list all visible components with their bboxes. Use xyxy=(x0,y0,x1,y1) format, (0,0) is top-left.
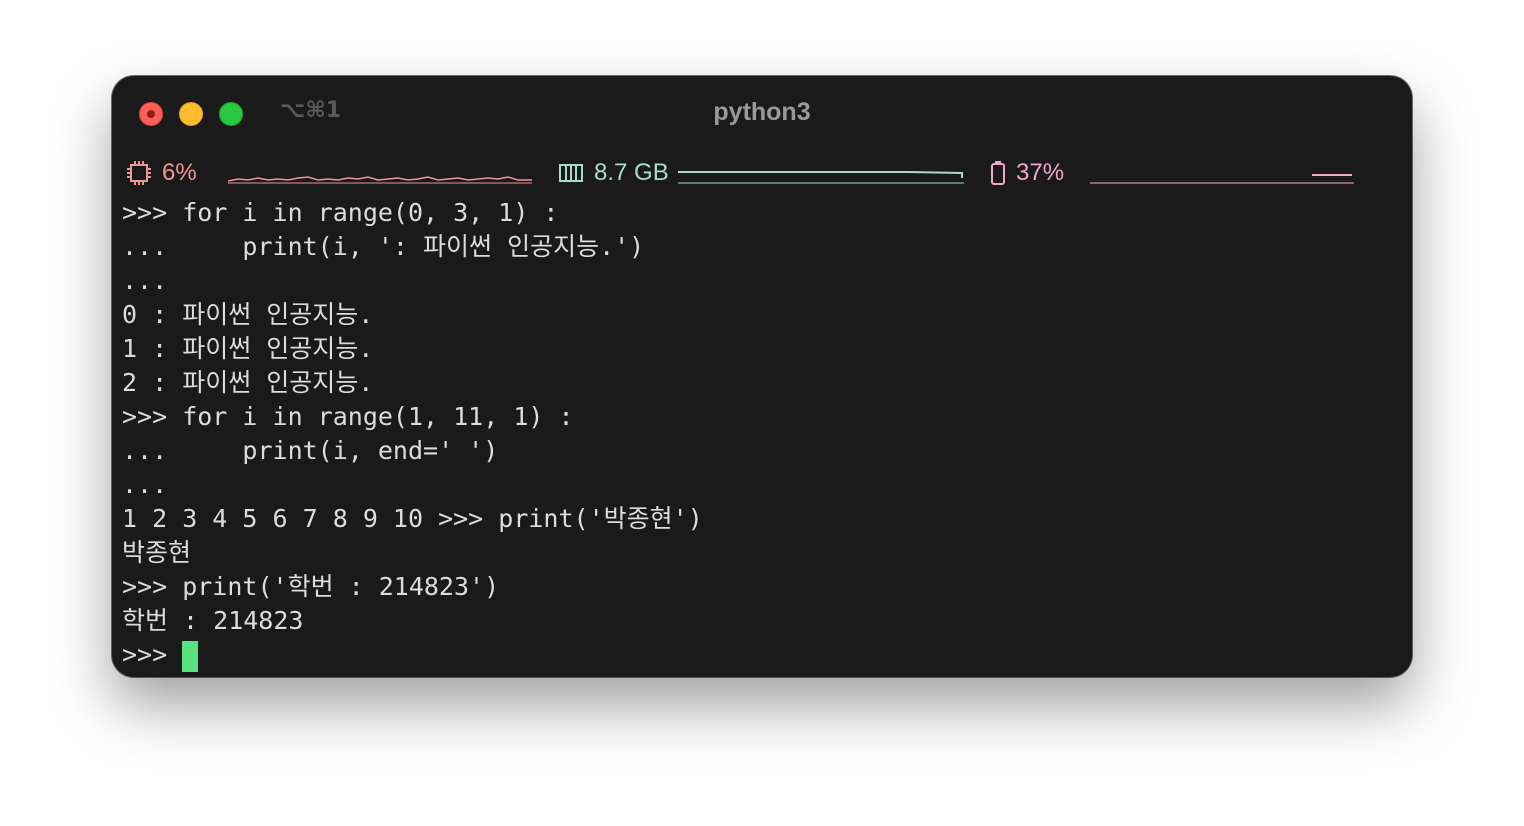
cursor xyxy=(182,640,199,672)
battery-value: 37% xyxy=(1016,159,1065,186)
memory-icon xyxy=(559,164,583,182)
terminal-line: ... xyxy=(122,266,168,295)
status-bar: 6% 8.7 GB 37% xyxy=(112,156,1412,192)
prompt-line[interactable]: >>> xyxy=(122,638,1402,672)
memory-status: 8.7 GB xyxy=(558,158,669,188)
memory-sparkline xyxy=(678,171,964,184)
terminal-line: 0 : 파이썬 인공지능. xyxy=(122,300,374,329)
cpu-sparkline xyxy=(228,176,532,184)
battery-status: 37% xyxy=(990,158,1064,188)
terminal-line: >>> for i in range(1, 11, 1) : xyxy=(122,402,574,431)
terminal-window: ⌥⌘1 python3 6% 8.7 GB 37% >>> for i in r… xyxy=(112,76,1412,677)
cpu-status: 6% xyxy=(126,158,197,188)
terminal-line: 1 2 3 4 5 6 7 8 9 10 >>> print('박종현') xyxy=(122,504,703,533)
prompt: >>> xyxy=(122,640,183,669)
terminal-line: 학번 : 214823 xyxy=(122,606,304,635)
terminal-line: 2 : 파이썬 인공지능. xyxy=(122,368,374,397)
terminal-line: ... print(i, end=' ') xyxy=(122,436,499,465)
window-title: python3 xyxy=(713,98,811,126)
battery-icon xyxy=(991,161,1005,185)
terminal-line: 1 : 파이썬 인공지능. xyxy=(122,334,374,363)
battery-sparkline xyxy=(1090,174,1354,184)
cpu-value: 6% xyxy=(162,159,197,186)
terminal-line: >>> for i in range(0, 3, 1) : xyxy=(122,198,559,227)
terminal-line: ... print(i, ': 파이썬 인공지능.') xyxy=(122,232,645,261)
cpu-icon xyxy=(127,161,151,185)
memory-value: 8.7 GB xyxy=(594,159,669,186)
terminal-line: ... xyxy=(122,470,168,499)
terminal-line: >>> print('학번 : 214823') xyxy=(122,572,500,601)
terminal-line: 박종현 xyxy=(122,538,192,567)
title-bar: ⌥⌘1 python3 xyxy=(112,76,1412,152)
terminal-output[interactable]: >>> for i in range(0, 3, 1) : ... print(… xyxy=(122,196,1402,672)
